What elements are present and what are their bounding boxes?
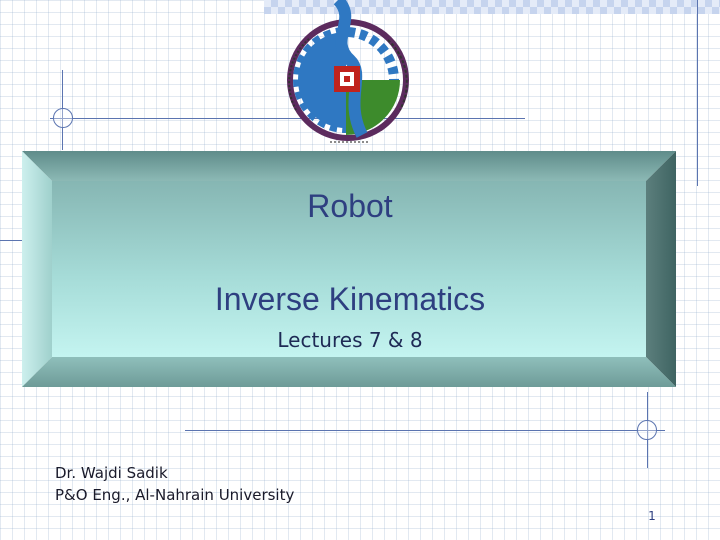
decor-ring-bottom-right <box>637 420 657 440</box>
decor-hline-left-stub <box>0 240 22 241</box>
author-name: Dr. Wajdi Sadik <box>55 464 168 482</box>
decor-ring-top-left <box>53 108 73 128</box>
slide-main-title: Inverse Kinematics <box>214 281 486 317</box>
slide-title: Robot <box>307 188 393 224</box>
decor-vline-right <box>697 0 698 186</box>
author-block: Dr. Wajdi Sadik P&O Eng., Al-Nahrain Uni… <box>55 462 294 506</box>
slide-subtitle: Lectures 7 & 8 <box>277 328 423 352</box>
university-emblem-icon <box>270 0 430 150</box>
decor-hline-bottom <box>185 430 665 431</box>
author-affiliation: P&O Eng., Al-Nahrain University <box>55 486 295 504</box>
slide-number: 1 <box>648 509 656 523</box>
